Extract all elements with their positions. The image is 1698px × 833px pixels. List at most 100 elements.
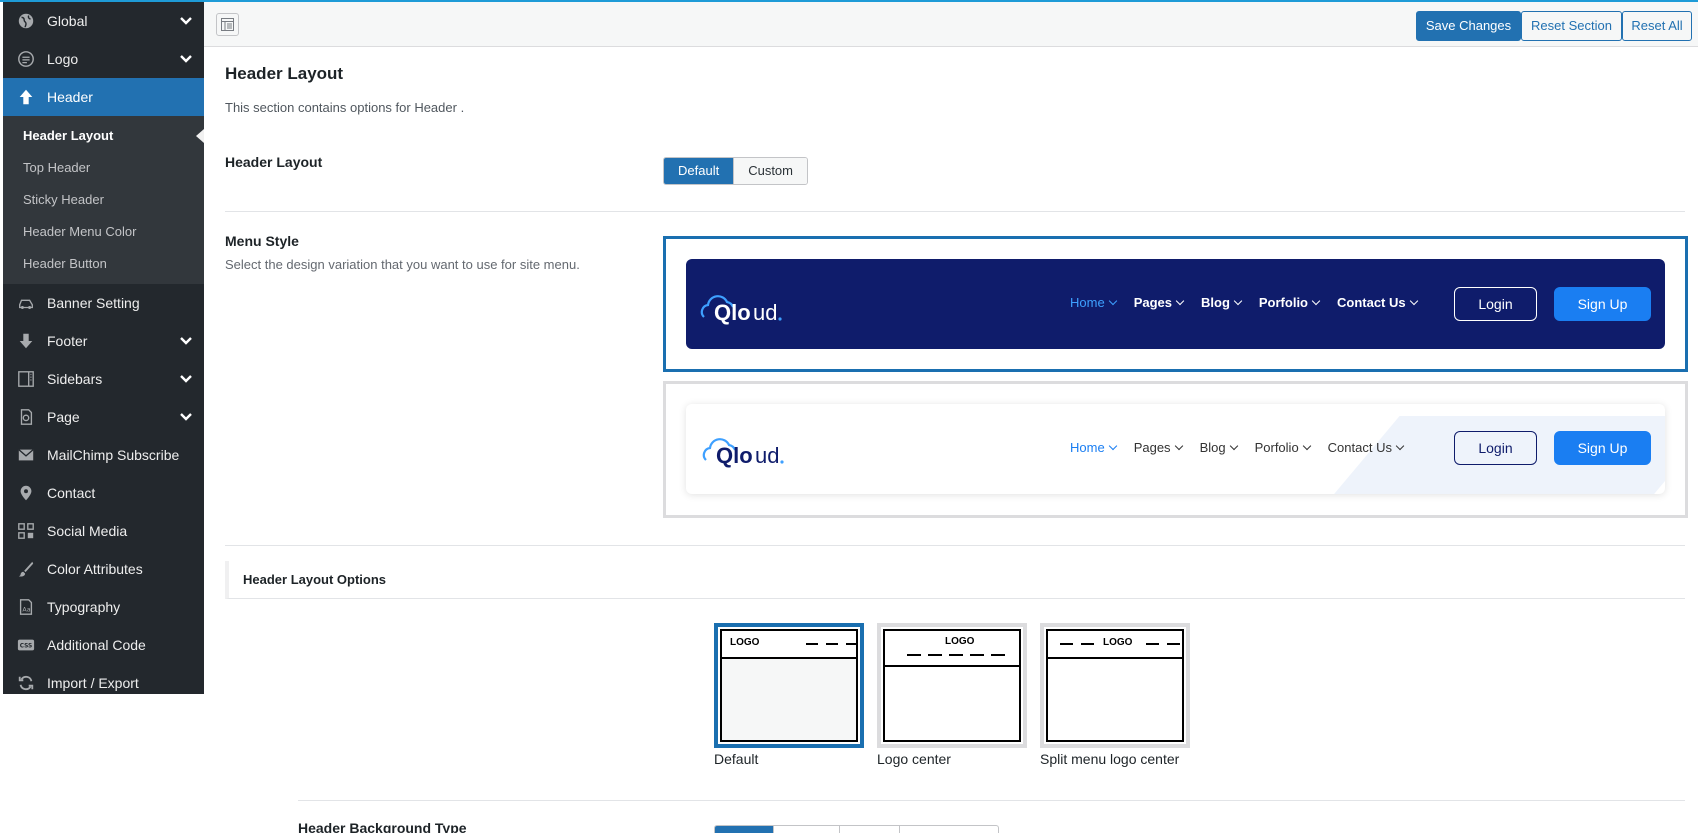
css-icon: CSS: [16, 636, 36, 654]
preview-login-button: Login: [1454, 287, 1537, 321]
sidebar-item-page[interactable]: Page: [3, 398, 204, 436]
divider: [298, 800, 1685, 801]
header-layout-default-button[interactable]: Default: [664, 158, 735, 184]
sidebar-item-label: Banner Setting: [47, 295, 140, 311]
chevron-down-icon: [180, 375, 192, 383]
qloud-logo: Qlo ud: [702, 438, 784, 468]
sidebar: Global Logo Header Header Layout Top Hea…: [3, 2, 204, 694]
chevron-down-icon: [180, 413, 192, 421]
menu-style-label: Menu Style: [225, 233, 299, 249]
background-type-label: Header Background Type: [298, 820, 467, 833]
globe-icon: [16, 12, 36, 30]
preview-nav-contact: Contact Us: [1337, 295, 1417, 310]
qloud-logo: Qlo ud: [700, 295, 782, 325]
preview-nav-porfolio: Porfolio: [1255, 440, 1310, 455]
header-submenu: Header Layout Top Header Sticky Header H…: [3, 116, 204, 284]
svg-text:ud: ud: [755, 443, 779, 468]
sidebar-item-label: MailChimp Subscribe: [47, 447, 180, 463]
layout-caption: Split menu logo center: [1040, 751, 1180, 767]
columns-icon: [16, 370, 36, 388]
submenu-item-header-layout[interactable]: Header Layout: [3, 120, 204, 152]
sidebar-item-label: Additional Code: [47, 637, 146, 653]
sidebar-item-social-media[interactable]: Social Media: [3, 512, 204, 550]
preview-nav-contact: Contact Us: [1328, 440, 1403, 455]
app: Global Logo Header Header Layout Top Hea…: [0, 0, 1698, 833]
sidebar-item-label: Import / Export: [47, 675, 139, 691]
submenu-item-header-button[interactable]: Header Button: [3, 248, 204, 280]
preview-nav-porfolio: Porfolio: [1259, 295, 1319, 310]
sidebar-item-label: Footer: [47, 333, 88, 349]
options-toolbar: Save Changes Reset Section Reset All: [204, 2, 1698, 47]
sidebar-item-label: Color Attributes: [47, 561, 143, 577]
reset-all-button[interactable]: Reset All: [1622, 11, 1692, 41]
submenu-item-sticky-header[interactable]: Sticky Header: [3, 184, 204, 216]
background-type-toggle[interactable]: [714, 825, 999, 833]
svg-text:ud: ud: [753, 300, 777, 325]
preview-signup-button: Sign Up: [1554, 287, 1651, 321]
sidebar-item-label: Typography: [47, 599, 121, 615]
logo-icon: [16, 50, 36, 68]
thumb-logo-text: LOGO: [945, 636, 975, 647]
sidebar-item-mailchimp[interactable]: MailChimp Subscribe: [3, 436, 204, 474]
sidebar-item-label: Page: [47, 409, 80, 425]
chevron-down-icon: [180, 337, 192, 345]
divider: [225, 545, 1685, 546]
email-icon: [16, 446, 36, 464]
sidebar-item-label: Logo: [47, 51, 79, 67]
menu-style-option-dark[interactable]: Qlo ud Home Pages Blog Porfolio Contact …: [663, 236, 1688, 372]
dark-preview-nav: Home Pages Blog Porfolio Contact Us: [1070, 295, 1435, 310]
preview-nav-home: Home: [1070, 440, 1116, 455]
chevron-down-icon: [180, 17, 192, 25]
section-description: This section contains options for Header…: [225, 100, 465, 115]
reset-section-button[interactable]: Reset Section: [1521, 11, 1622, 41]
sidebar-item-footer[interactable]: Footer: [3, 322, 204, 360]
layout-caption: Default: [714, 751, 759, 767]
submenu-item-header-menu-color[interactable]: Header Menu Color: [3, 216, 204, 248]
sidebar-item-label: Contact: [47, 485, 96, 501]
layout-options-heading-text: Header Layout Options: [243, 572, 387, 587]
brush-icon: [16, 560, 36, 578]
sidebar-item-import-export[interactable]: Import / Export: [3, 664, 204, 702]
layout-option-logo-center[interactable]: LOGO Logo center: [877, 623, 1027, 768]
sidebar-item-contact[interactable]: Contact: [3, 474, 204, 512]
preview-nav-pages: Pages: [1134, 295, 1183, 310]
submenu-item-top-header[interactable]: Top Header: [3, 152, 204, 184]
header-layout-label: Header Layout: [225, 154, 323, 170]
sidebar-item-sidebars[interactable]: Sidebars: [3, 360, 204, 398]
preview-nav-blog: Blog: [1201, 295, 1241, 310]
save-changes-button[interactable]: Save Changes: [1416, 11, 1521, 41]
preview-nav-pages: Pages: [1134, 440, 1182, 455]
sidebar-item-global[interactable]: Global: [3, 2, 204, 40]
header-layout-toggle: Default Custom: [663, 157, 808, 185]
layout-option-split-menu[interactable]: LOGO Split menu logo center: [1040, 623, 1190, 768]
sidebar-item-additional-code[interactable]: CSS Additional Code: [3, 626, 204, 664]
sidebar-item-color-attributes[interactable]: Color Attributes: [3, 550, 204, 588]
layout-caption: Logo center: [877, 751, 951, 767]
layout-option-default[interactable]: LOGO Default: [714, 623, 864, 768]
header-layout-custom-button[interactable]: Custom: [734, 158, 807, 184]
divider: [225, 211, 1685, 212]
sidebar-item-banner-setting[interactable]: Banner Setting: [3, 284, 204, 322]
layout-thumbnail: LOGO: [877, 623, 1027, 748]
sidebar-item-header[interactable]: Header: [3, 78, 204, 116]
share-icon: [16, 522, 36, 540]
layout-thumbnail: LOGO: [1040, 623, 1190, 748]
sidebar-item-logo[interactable]: Logo: [3, 40, 204, 78]
sidebar-item-typography[interactable]: Aa Typography: [3, 588, 204, 626]
svg-text:Aa: Aa: [22, 607, 30, 614]
light-header-preview: Qlo ud Home Pages Blog Porfolio Contact …: [686, 404, 1665, 494]
menu-style-description: Select the design variation that you wan…: [225, 257, 580, 272]
layout-icon: [221, 18, 234, 31]
chevron-down-icon: [180, 55, 192, 63]
layout-toggle-button[interactable]: [216, 13, 239, 36]
layout-options-heading: Header Layout Options: [225, 561, 1685, 599]
sidebar-item-label: Sidebars: [47, 371, 103, 387]
menu-style-option-light[interactable]: Qlo ud Home Pages Blog Porfolio Contact …: [663, 381, 1688, 518]
font-icon: Aa: [16, 598, 36, 616]
svg-text:Qlo: Qlo: [716, 443, 753, 468]
light-preview-nav: Home Pages Blog Porfolio Contact Us: [1070, 440, 1421, 455]
arrow-up-icon: [16, 88, 36, 106]
arrow-down-icon: [16, 332, 36, 350]
page-icon: [16, 408, 36, 426]
layout-thumbnail: LOGO: [714, 623, 864, 748]
